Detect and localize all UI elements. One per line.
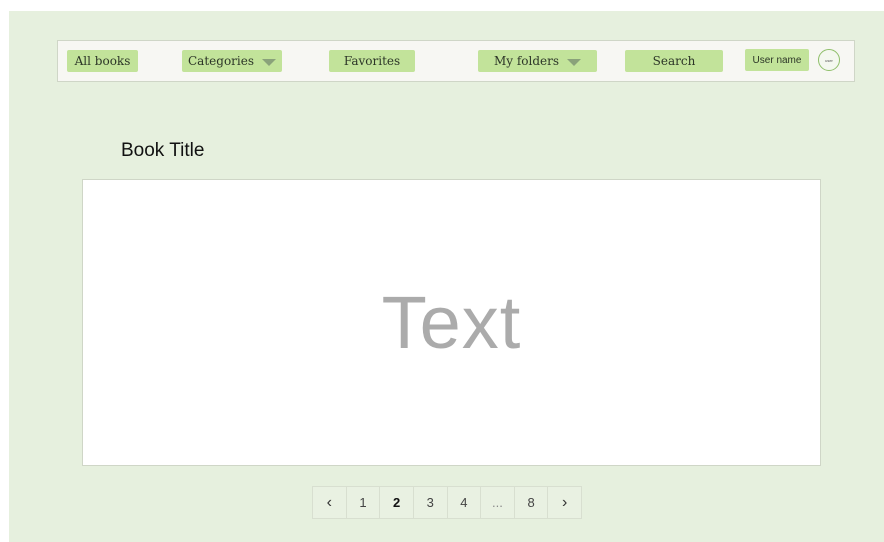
caret-down-icon <box>262 58 276 66</box>
user-name-label: User name <box>752 54 802 66</box>
book-content-area: Text <box>82 179 821 466</box>
avatar[interactable]: user <box>818 49 840 71</box>
pagination-prev-button[interactable]: ‹ <box>313 487 347 518</box>
top-navbar: All books Categories Favorites My folder… <box>57 40 855 82</box>
chevron-right-icon: › <box>562 493 568 511</box>
page-button-1[interactable]: 1 <box>347 487 381 518</box>
user-name-button[interactable]: User name <box>745 49 809 71</box>
all-books-label: All books <box>74 54 131 68</box>
pagination: ‹ 1 2 3 4 ... 8 › <box>312 486 582 519</box>
page-button-2-current[interactable]: 2 <box>380 487 414 518</box>
pagination-next-button[interactable]: › <box>548 487 581 518</box>
page-title: Book Title <box>121 140 205 161</box>
my-folders-dropdown[interactable]: My folders <box>478 50 597 72</box>
chevron-left-icon: ‹ <box>326 493 332 511</box>
favorites-label: Favorites <box>343 54 401 68</box>
caret-down-icon <box>567 58 582 66</box>
avatar-text: user <box>825 57 833 63</box>
search-button[interactable]: Search <box>625 50 723 72</box>
page-button-8[interactable]: 8 <box>515 487 549 518</box>
categories-label: Categories <box>188 54 254 68</box>
page-button-3[interactable]: 3 <box>414 487 448 518</box>
content-placeholder-text: Text <box>381 281 522 364</box>
categories-dropdown[interactable]: Categories <box>182 50 282 72</box>
pagination-ellipsis: ... <box>481 487 515 518</box>
all-books-button[interactable]: All books <box>67 50 138 72</box>
search-label: Search <box>652 54 696 68</box>
page-button-4[interactable]: 4 <box>448 487 482 518</box>
my-folders-label: My folders <box>493 54 560 68</box>
favorites-button[interactable]: Favorites <box>329 50 415 72</box>
